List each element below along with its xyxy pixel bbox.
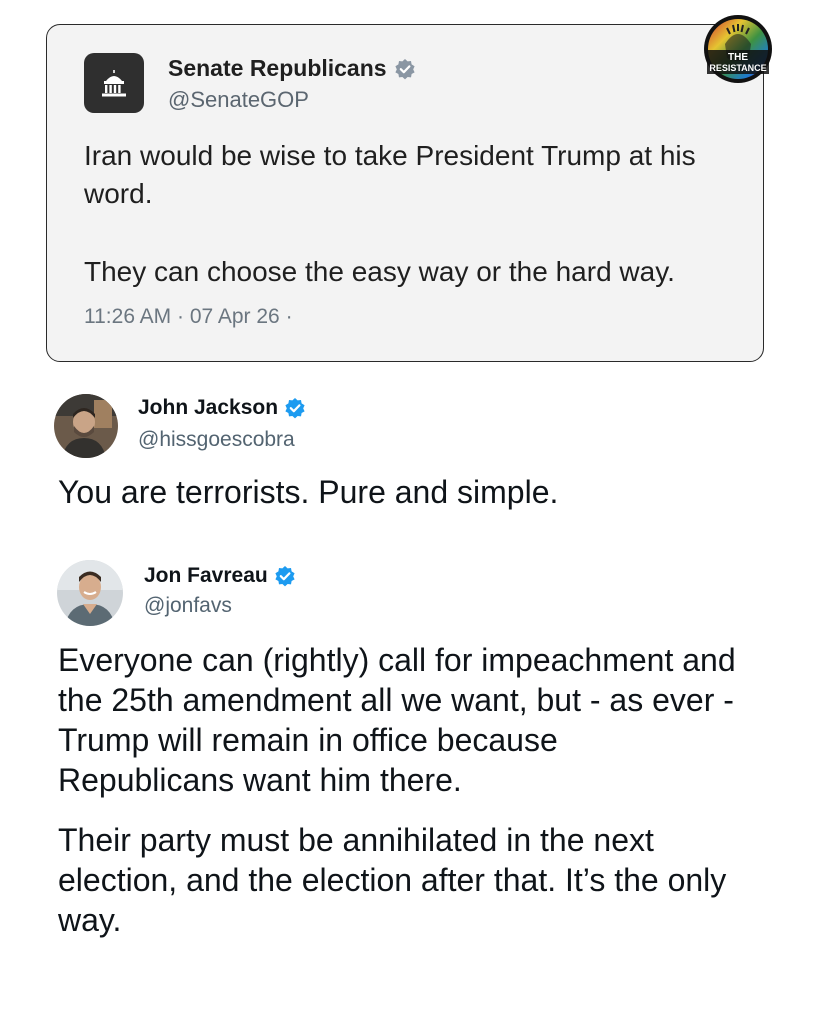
logo-text-resistance: RESISTANCE: [709, 63, 766, 73]
profile-photo-icon: [57, 560, 123, 626]
logo-text-the: THE: [728, 52, 748, 63]
senate-gop-avatar[interactable]: [84, 53, 144, 113]
capitol-building-icon: [102, 70, 126, 97]
reply-tweet[interactable]: John Jackson @hissgoescobra You are terr…: [0, 390, 822, 520]
quoted-tweet-card[interactable]: Senate Republicans @SenateGOP Iran would…: [46, 24, 764, 362]
reply-paragraph: Their party must be annihilated in the n…: [58, 822, 727, 938]
quoted-tweet-paragraph: Iran would be wise to take President Tru…: [84, 140, 696, 209]
reply-text: You are terrorists. Pure and simple.: [58, 474, 559, 510]
reply-tweet[interactable]: Jon Favreau @jonfavs Everyone can (right…: [0, 556, 822, 1006]
the-resistance-logo: THE RESISTANCE: [704, 15, 772, 83]
quoted-tweet-timestamp[interactable]: 11:26 AM · 07 Apr 26 ·: [84, 305, 293, 329]
verified-badge-icon: [275, 566, 295, 587]
quoted-author-handle[interactable]: @SenateGOP: [168, 87, 309, 113]
quoted-tweet-text: Iran would be wise to take President Tru…: [84, 137, 744, 291]
profile-photo-icon: [54, 394, 118, 458]
reply-author-name[interactable]: Jon Favreau: [144, 564, 296, 588]
reply-author-handle[interactable]: @jonfavs: [144, 594, 232, 618]
quoted-tweet-paragraph: They can choose the easy way or the hard…: [84, 256, 675, 287]
reply-author-name[interactable]: John Jackson: [138, 396, 306, 420]
jon-favreau-avatar[interactable]: [57, 560, 123, 626]
quoted-author-name[interactable]: Senate Republicans: [168, 55, 416, 82]
verified-badge-icon: [285, 398, 305, 419]
reply-paragraph: Everyone can (rightly) call for impeachm…: [58, 642, 736, 798]
reply-author-handle[interactable]: @hissgoescobra: [138, 428, 295, 452]
verified-badge-icon: [394, 58, 415, 79]
reply-text: Everyone can (rightly) call for impeachm…: [58, 640, 738, 940]
john-jackson-avatar[interactable]: [54, 394, 118, 458]
